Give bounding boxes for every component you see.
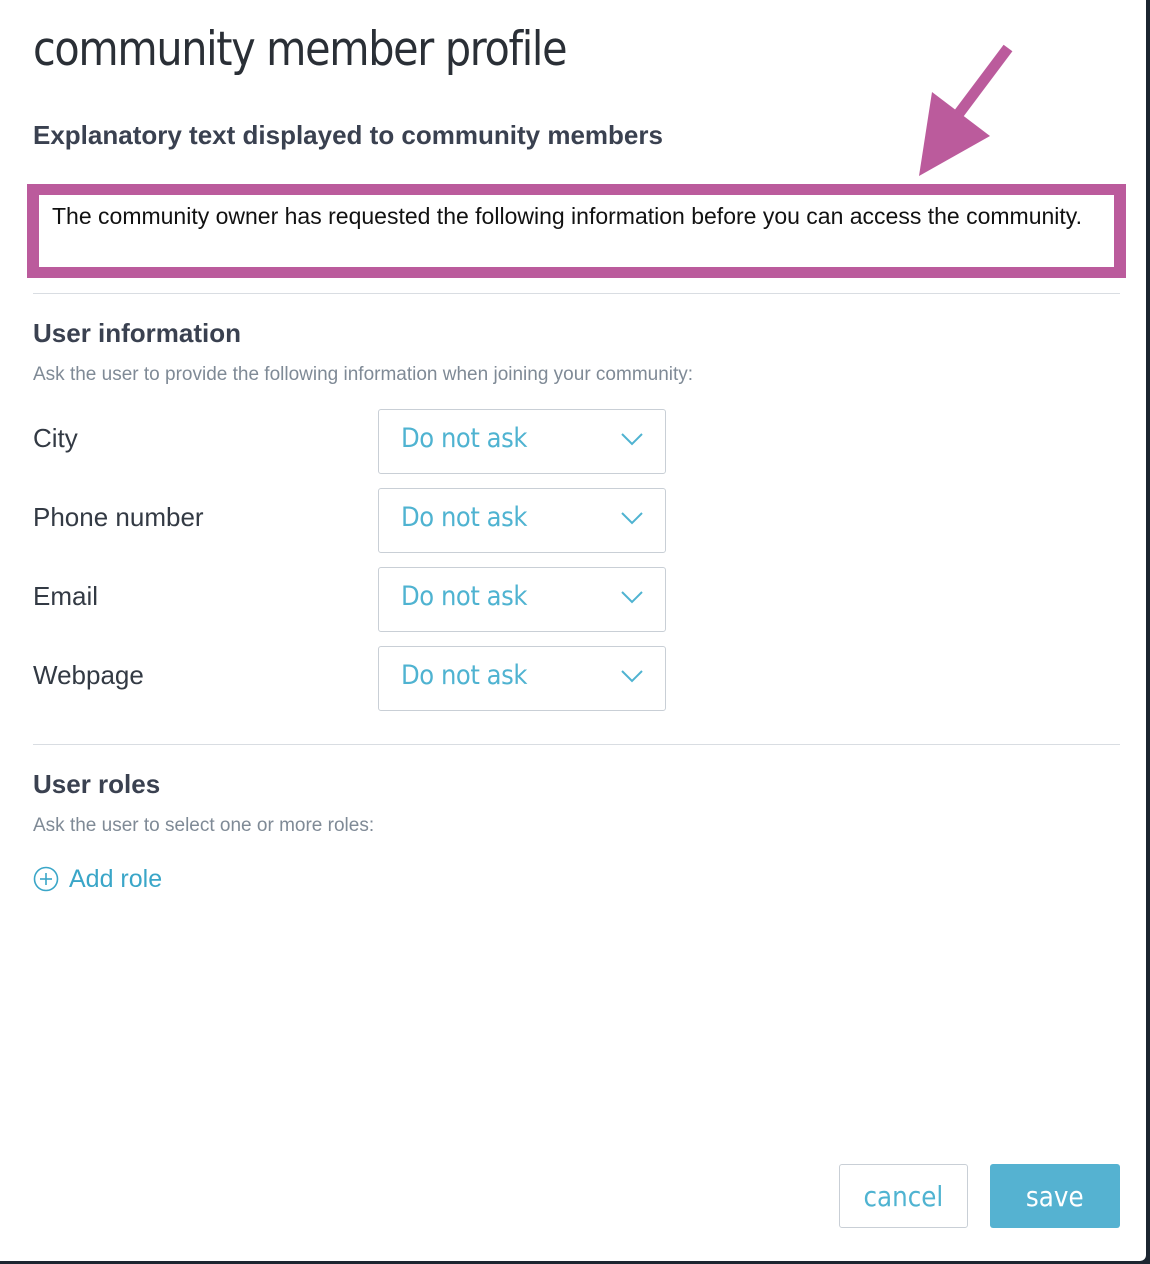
cancel-button[interactable]: cancel <box>839 1164 968 1228</box>
dialog-title: community member profile <box>33 22 568 77</box>
webpage-select-value: Do not ask <box>401 660 527 691</box>
city-row: City Do not ask <box>33 409 673 475</box>
cancel-button-label: cancel <box>863 1179 944 1213</box>
save-button[interactable]: save <box>990 1164 1120 1228</box>
add-role-label: Add role <box>69 864 163 893</box>
user-roles-heading: User roles <box>33 769 161 799</box>
webpage-label: Webpage <box>33 660 144 690</box>
annotation-arrow-icon <box>919 44 1013 176</box>
plus-circle-icon <box>33 866 59 892</box>
phone-number-row: Phone number Do not ask <box>33 488 673 554</box>
email-label: Email <box>33 581 99 611</box>
email-select[interactable]: Do not ask <box>378 567 666 632</box>
city-select-value: Do not ask <box>401 423 527 454</box>
phone-number-select-value: Do not ask <box>401 502 527 533</box>
webpage-select[interactable]: Do not ask <box>378 646 666 711</box>
user-roles-hint: Ask the user to select one or more roles… <box>33 815 375 836</box>
email-row: Email Do not ask <box>33 567 673 633</box>
city-label: City <box>33 423 78 453</box>
user-information-hint: Ask the user to provide the following in… <box>33 364 694 385</box>
add-role-button[interactable]: Add role <box>33 862 162 896</box>
divider <box>33 744 1120 745</box>
webpage-row: Webpage Do not ask <box>33 646 673 712</box>
chevron-down-icon <box>621 670 643 683</box>
chevron-down-icon <box>621 591 643 604</box>
divider <box>33 293 1120 294</box>
save-button-label: save <box>1026 1179 1084 1213</box>
chevron-down-icon <box>621 512 643 525</box>
phone-number-select[interactable]: Do not ask <box>378 488 666 553</box>
city-select[interactable]: Do not ask <box>378 409 666 474</box>
explanatory-text-field[interactable]: The community owner has requested the fo… <box>39 195 1114 267</box>
phone-number-label: Phone number <box>33 502 204 532</box>
user-information-heading: User information <box>33 318 242 348</box>
explanatory-text-heading: Explanatory text displayed to community … <box>33 120 663 150</box>
chevron-down-icon <box>621 433 643 446</box>
community-member-profile-dialog: community member profile Explanatory tex… <box>0 0 1146 1261</box>
email-select-value: Do not ask <box>401 581 527 612</box>
